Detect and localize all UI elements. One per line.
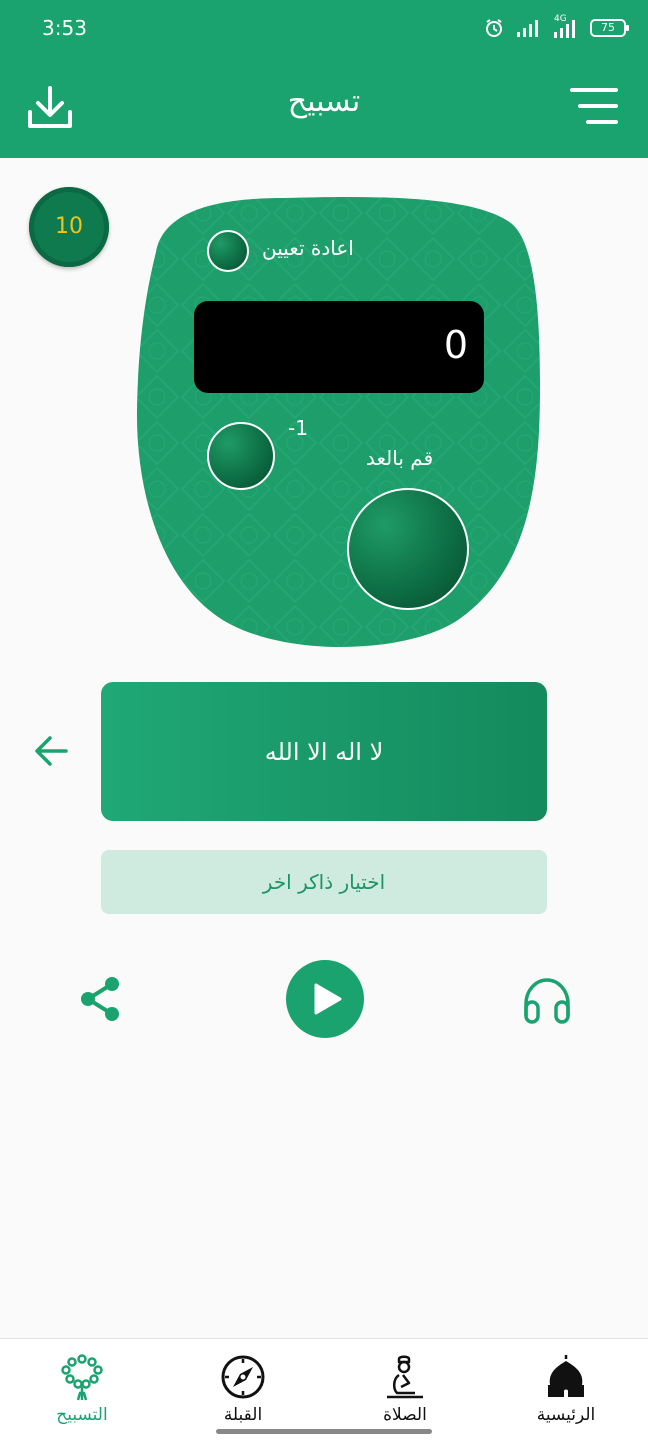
signal-4g-icon: 4G: [552, 14, 578, 40]
tasbih-counter: اعادة تعيين 0 -1 قم بالعد: [134, 190, 544, 660]
top-app-bar: 3:53 4G 75 تسبيح: [0, 0, 648, 158]
bottom-navigation: التسبيح القبلة الصلاة الرئيسية: [0, 1338, 648, 1440]
nav-item-qibla[interactable]: القبلة: [173, 1339, 313, 1440]
decrement-button[interactable]: [207, 422, 275, 490]
level-badge: 10: [29, 187, 109, 267]
counter-display: 0: [194, 301, 484, 393]
mosque-icon: [548, 1355, 584, 1397]
nav-label-prayer: الصلاة: [383, 1405, 427, 1425]
nav-item-tasbih[interactable]: التسبيح: [12, 1339, 152, 1440]
gesture-home-bar: [216, 1429, 432, 1434]
reset-button[interactable]: [207, 230, 249, 272]
reset-label: اعادة تعيين: [262, 236, 354, 260]
nav-item-prayer[interactable]: الصلاة: [335, 1339, 475, 1440]
counter-body: [136, 197, 540, 648]
tasbih-beads-icon: [61, 1354, 103, 1401]
count-button[interactable]: [347, 488, 469, 610]
arrow-left-icon: [35, 736, 68, 766]
signal-icon: [517, 20, 538, 37]
play-button[interactable]: [286, 960, 364, 1038]
compass-icon: [221, 1355, 265, 1399]
status-time: 3:53: [42, 16, 87, 40]
previous-zikr-button[interactable]: [30, 730, 72, 772]
nav-item-home[interactable]: الرئيسية: [496, 1339, 636, 1440]
zikr-card[interactable]: لا اله الا الله: [101, 682, 547, 821]
menu-button[interactable]: [570, 84, 622, 132]
count-label: قم بالعد: [366, 446, 434, 470]
share-icon: [81, 977, 119, 1021]
alarm-icon: [486, 19, 502, 37]
headphones-icon: [524, 978, 570, 1024]
status-icons: 4G 75: [484, 14, 629, 42]
nav-label-home: الرئيسية: [536, 1405, 596, 1425]
choose-zikr-button[interactable]: اختيار ذاكر اخر: [101, 850, 547, 914]
play-icon: [314, 983, 342, 1015]
choose-zikr-label: اختيار ذاكر اخر: [262, 870, 386, 894]
page-title: تسبيح: [287, 84, 361, 119]
nav-label-qibla: القبلة: [223, 1405, 263, 1425]
listen-button[interactable]: [520, 976, 574, 1026]
battery-indicator: 75: [590, 19, 629, 37]
nav-label-tasbih: التسبيح: [56, 1405, 108, 1425]
share-button[interactable]: [76, 972, 126, 1026]
prayer-icon: [387, 1355, 423, 1399]
decrement-label: -1: [288, 416, 308, 440]
counter-value: 0: [443, 323, 468, 367]
zikr-text: لا اله الا الله: [264, 737, 384, 766]
menu-icon: [570, 88, 618, 124]
